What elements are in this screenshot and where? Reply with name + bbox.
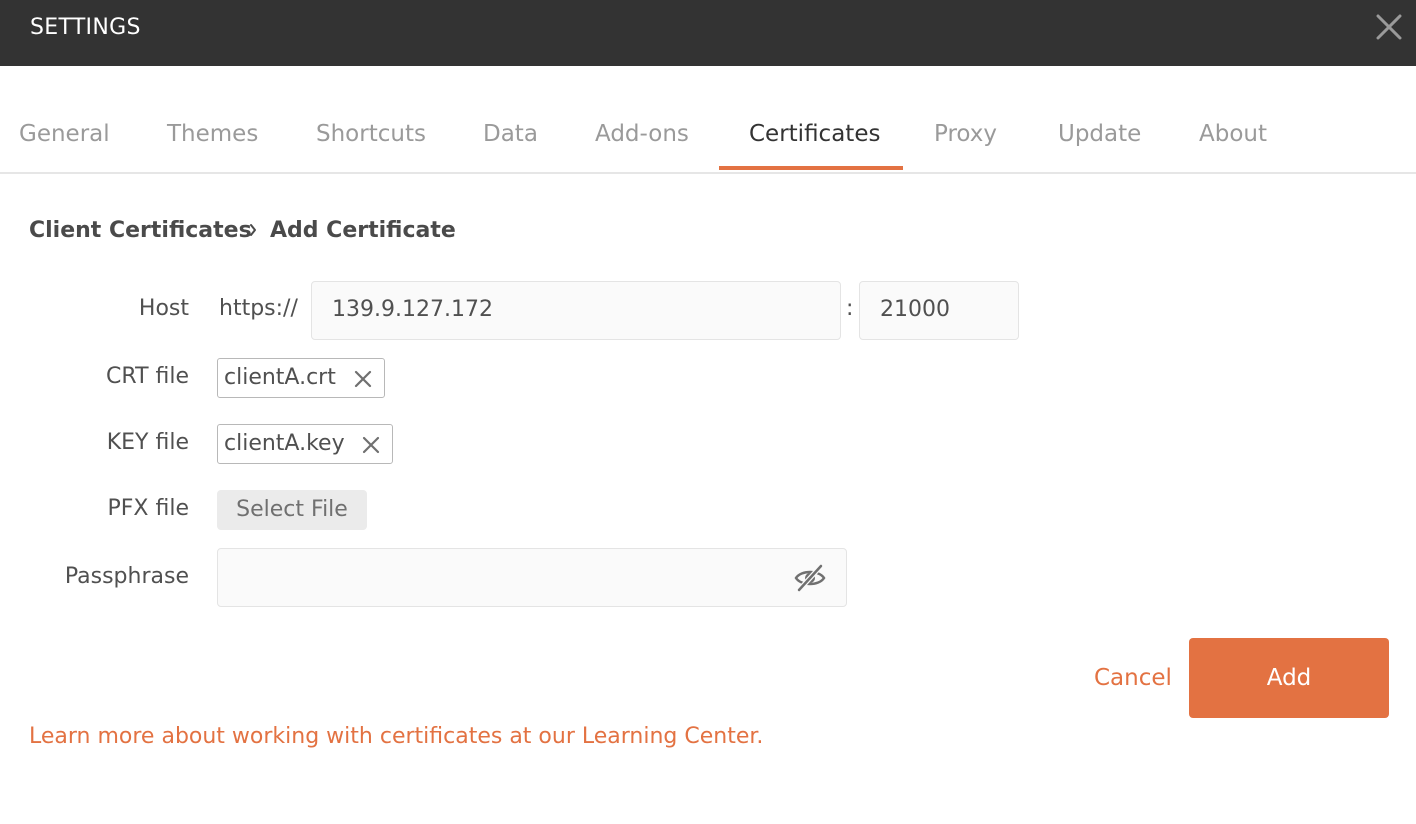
- title-bar: SETTINGS: [0, 0, 1416, 66]
- eye-slash-icon[interactable]: [793, 563, 827, 593]
- settings-tabs: General Themes Shortcuts Data Add-ons Ce…: [0, 96, 1416, 174]
- tab-themes[interactable]: Themes: [167, 118, 258, 150]
- host-label: Host: [138, 296, 189, 321]
- tab-update[interactable]: Update: [1058, 118, 1141, 150]
- tab-about[interactable]: About: [1199, 118, 1267, 150]
- passphrase-label: Passphrase: [64, 564, 189, 589]
- chevron-right-icon: [250, 224, 256, 236]
- passphrase-input[interactable]: [217, 548, 847, 607]
- remove-x-icon[interactable]: [353, 369, 373, 389]
- host-prefix: https://: [219, 296, 298, 321]
- cancel-button[interactable]: Cancel: [1094, 662, 1172, 694]
- crt-file-name: clientA.crt: [224, 365, 336, 390]
- pfx-file-label: PFX file: [107, 496, 190, 521]
- close-icon[interactable]: [1370, 8, 1408, 46]
- host-port-separator: :: [846, 296, 854, 321]
- remove-x-icon[interactable]: [361, 435, 381, 455]
- window-title: SETTINGS: [30, 15, 141, 40]
- key-file-name: clientA.key: [224, 431, 345, 456]
- crt-file-label: CRT file: [106, 364, 189, 389]
- port-input[interactable]: 21000: [859, 281, 1019, 340]
- add-button[interactable]: Add: [1189, 638, 1389, 718]
- breadcrumb-add-certificate: Add Certificate: [270, 218, 456, 243]
- tab-shortcuts[interactable]: Shortcuts: [316, 118, 426, 150]
- crt-file-chip: clientA.crt: [217, 358, 385, 398]
- learning-center-link[interactable]: Learn more about working with certificat…: [29, 722, 763, 752]
- key-file-chip: clientA.key: [217, 424, 393, 464]
- host-input[interactable]: 139.9.127.172: [311, 281, 841, 340]
- tab-add-ons[interactable]: Add-ons: [595, 118, 689, 150]
- tab-proxy[interactable]: Proxy: [934, 118, 997, 150]
- tab-general[interactable]: General: [19, 118, 110, 150]
- tab-certificates[interactable]: Certificates: [749, 118, 880, 150]
- breadcrumb-client-certificates[interactable]: Client Certificates: [29, 216, 252, 246]
- key-file-label: KEY file: [106, 430, 189, 455]
- select-file-button[interactable]: Select File: [217, 490, 367, 530]
- active-tab-indicator: [719, 166, 903, 170]
- tab-data[interactable]: Data: [483, 118, 538, 150]
